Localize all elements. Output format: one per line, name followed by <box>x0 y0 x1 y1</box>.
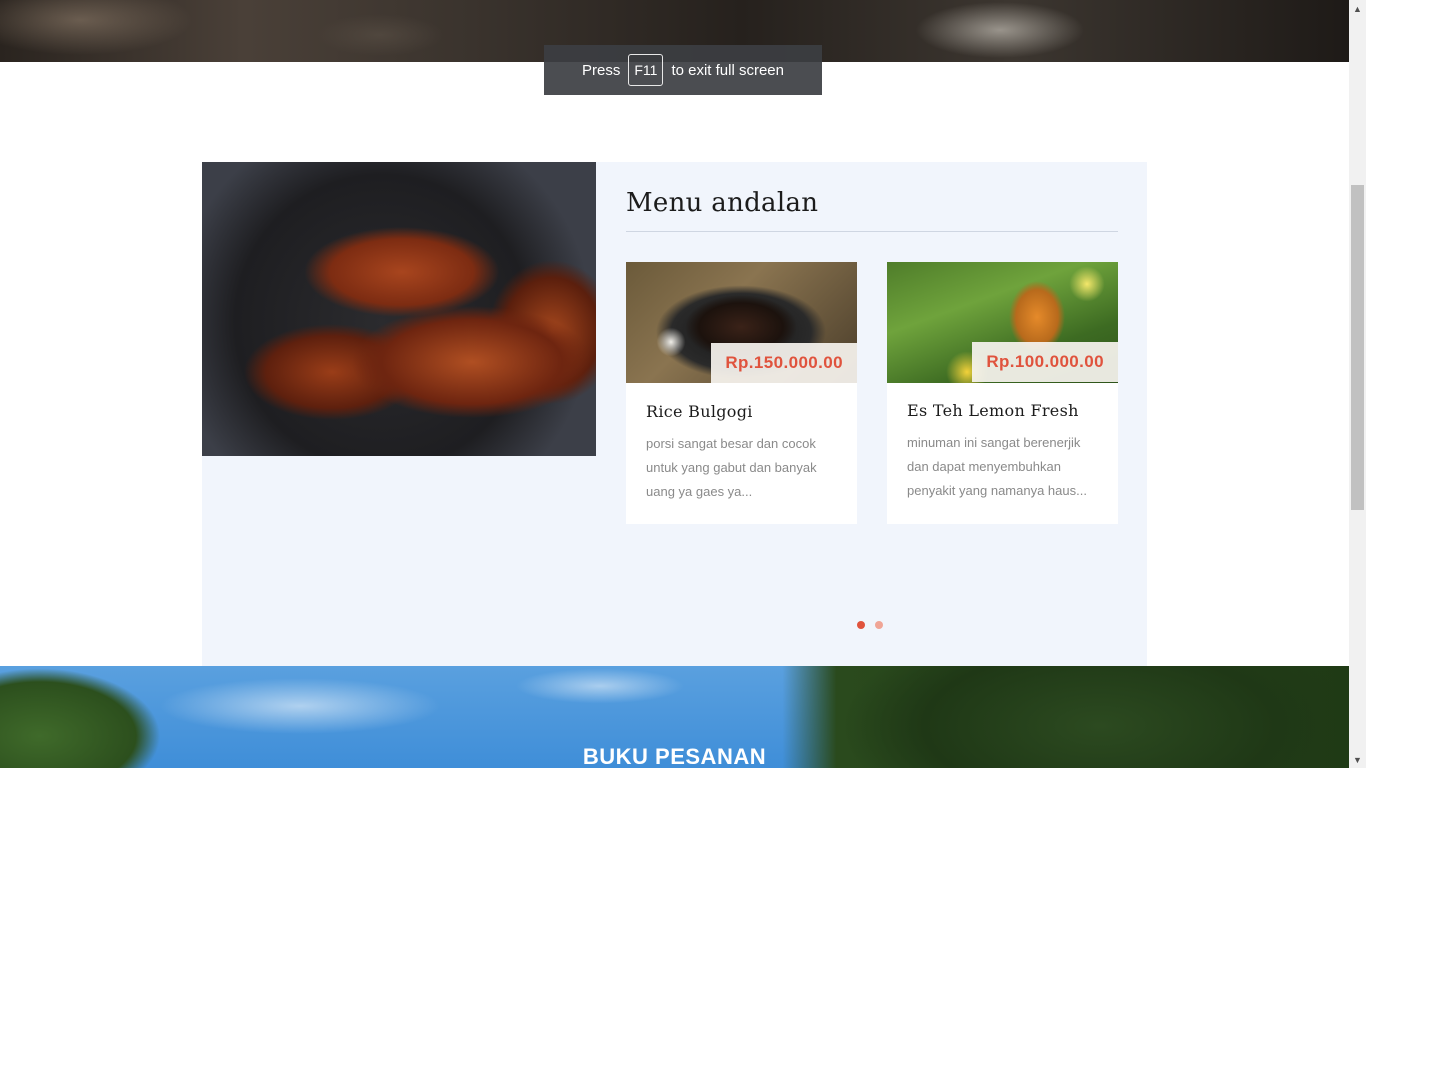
menu-card-title[interactable]: Es Teh Lemon Fresh <box>907 401 1079 420</box>
menu-card[interactable]: Rp.150.000.00 Rice Bulgogi porsi sangat … <box>626 262 857 524</box>
menu-card-image[interactable]: Rp.100.000.00 <box>887 262 1118 383</box>
web-page: Menu andalan Rp.150.000.00 Rice Bulgogi … <box>0 0 1349 768</box>
carousel-dot[interactable] <box>875 621 883 629</box>
vertical-scrollbar[interactable]: ▲ ▼ <box>1349 0 1366 768</box>
booking-banner: BUKU PESANAN <box>0 666 1349 768</box>
featured-chicken-wings-image <box>202 162 596 456</box>
price-tag: Rp.100.000.00 <box>972 342 1118 382</box>
heading-divider <box>626 231 1118 232</box>
featured-menu-section: Menu andalan Rp.150.000.00 Rice Bulgogi … <box>202 162 1147 666</box>
booking-banner-title: BUKU PESANAN <box>582 744 767 768</box>
menu-card-description: porsi sangat besar dan cocok untuk yang … <box>646 436 817 499</box>
section-heading: Menu andalan <box>626 188 819 218</box>
triangle-up-icon[interactable]: ▲ <box>1349 0 1366 17</box>
fullscreen-notice-prefix: Press <box>582 61 621 79</box>
browser-viewport: Menu andalan Rp.150.000.00 Rice Bulgogi … <box>0 0 1366 768</box>
triangle-down-icon[interactable]: ▼ <box>1349 751 1366 768</box>
price-tag: Rp.150.000.00 <box>711 343 857 383</box>
carousel-pagination <box>857 621 883 629</box>
menu-card-image[interactable]: Rp.150.000.00 <box>626 262 857 383</box>
fullscreen-notice: Press F11 to exit full screen <box>544 45 822 95</box>
menu-card-title[interactable]: Rice Bulgogi <box>646 402 753 421</box>
fullscreen-notice-suffix: to exit full screen <box>671 61 784 79</box>
menu-card-description: minuman ini sangat berenerjik dan dapat … <box>907 435 1087 498</box>
carousel-dot-active[interactable] <box>857 621 865 629</box>
menu-card[interactable]: Rp.100.000.00 Es Teh Lemon Fresh minuman… <box>887 262 1118 524</box>
scrollbar-thumb[interactable] <box>1351 185 1364 510</box>
keyboard-key-f11: F11 <box>628 54 664 86</box>
